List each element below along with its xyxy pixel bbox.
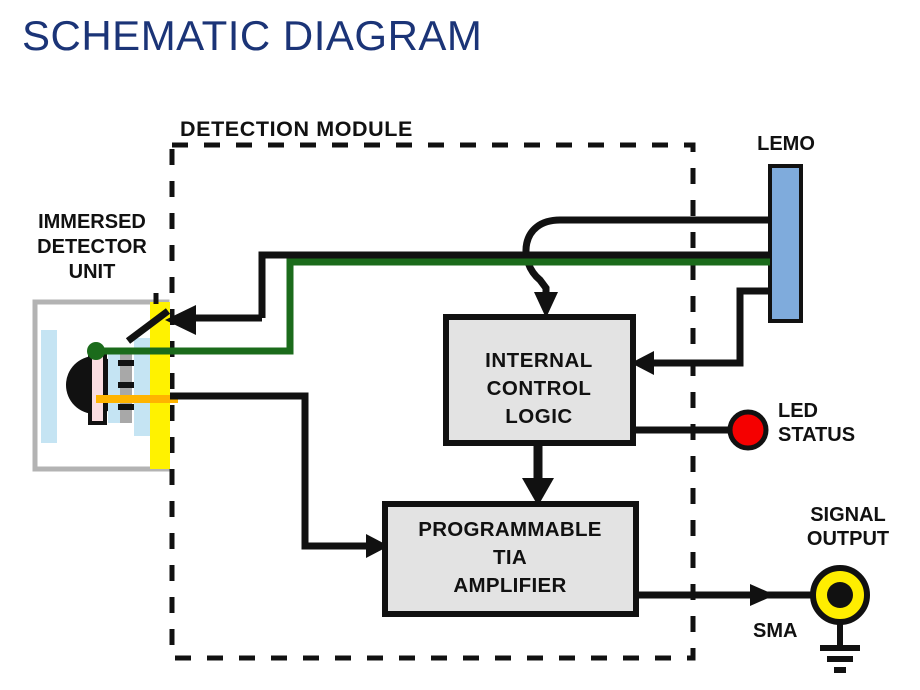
lemo-label: LEMO (757, 133, 815, 155)
signal-output-label-line2: OUTPUT (807, 528, 889, 550)
lemo-connector-body[interactable] (768, 164, 803, 323)
lemo-connector[interactable] (768, 164, 803, 323)
programmable-tia-amplifier-label-line2: TIA (493, 546, 527, 569)
signal-output-label-line1: SIGNAL (810, 504, 886, 526)
wire-lemo-to-control-curve (522, 216, 770, 318)
wire-lemo-bottom-path (648, 287, 770, 367)
wire-detector-to-tia (170, 392, 389, 558)
sma-connector[interactable] (810, 565, 870, 673)
wire-detector-to-tia-path (170, 392, 372, 550)
detector-contact-pad (118, 404, 134, 410)
detector-contact-pad (118, 382, 134, 388)
immersed-detector-unit-label-line3: UNIT (69, 261, 116, 283)
led-status-circle (727, 409, 769, 451)
led-status-label-line2: STATUS (778, 424, 855, 446)
led-status-label-line1: LED (778, 400, 818, 422)
internal-control-logic-label-line2: CONTROL (487, 377, 592, 400)
internal-control-logic-block[interactable]: INTERNAL CONTROL LOGIC (443, 314, 636, 446)
immersed-detector-unit-label-line2: DETECTOR (37, 236, 147, 258)
detector-faceplate (150, 302, 170, 469)
detector-contact-pad (118, 360, 134, 366)
wire-tia-to-sma-arrowhead (750, 584, 775, 606)
programmable-tia-amplifier-label-line3: AMPLIFIER (453, 574, 566, 597)
detector-substrate (88, 349, 107, 425)
wire-lemo-bottom-to-control (631, 287, 770, 375)
sma-connector-pin (827, 582, 853, 608)
sma-label: SMA (753, 620, 797, 642)
immersed-detector-unit-label: IMMERSED DETECTOR UNIT (37, 211, 147, 283)
wire-control-to-tia (522, 443, 554, 506)
led-status-indicator (727, 409, 769, 451)
signal-output-label: SIGNAL OUTPUT (807, 504, 889, 550)
detection-module-label: DETECTION MODULE (180, 117, 413, 141)
wire-ground-green-path (98, 258, 770, 355)
internal-control-logic-label-line3: LOGIC (505, 405, 572, 428)
detector-immersion-fluid (41, 330, 57, 443)
immersed-detector-unit-label-line1: IMMERSED (38, 211, 146, 233)
wire-tia-to-sma (636, 584, 818, 606)
programmable-tia-amplifier-label-line1: PROGRAMMABLE (418, 518, 602, 541)
wire-ground-green-node (87, 342, 105, 360)
programmable-tia-amplifier-block[interactable]: PROGRAMMABLE TIA AMPLIFIER (382, 501, 639, 617)
led-status-label: LED STATUS (778, 400, 855, 446)
schematic-diagram: DETECTION MODULE IMMERSED DETECTOR UNIT … (32, 117, 889, 673)
internal-control-logic-label-line1: INTERNAL (485, 349, 593, 372)
